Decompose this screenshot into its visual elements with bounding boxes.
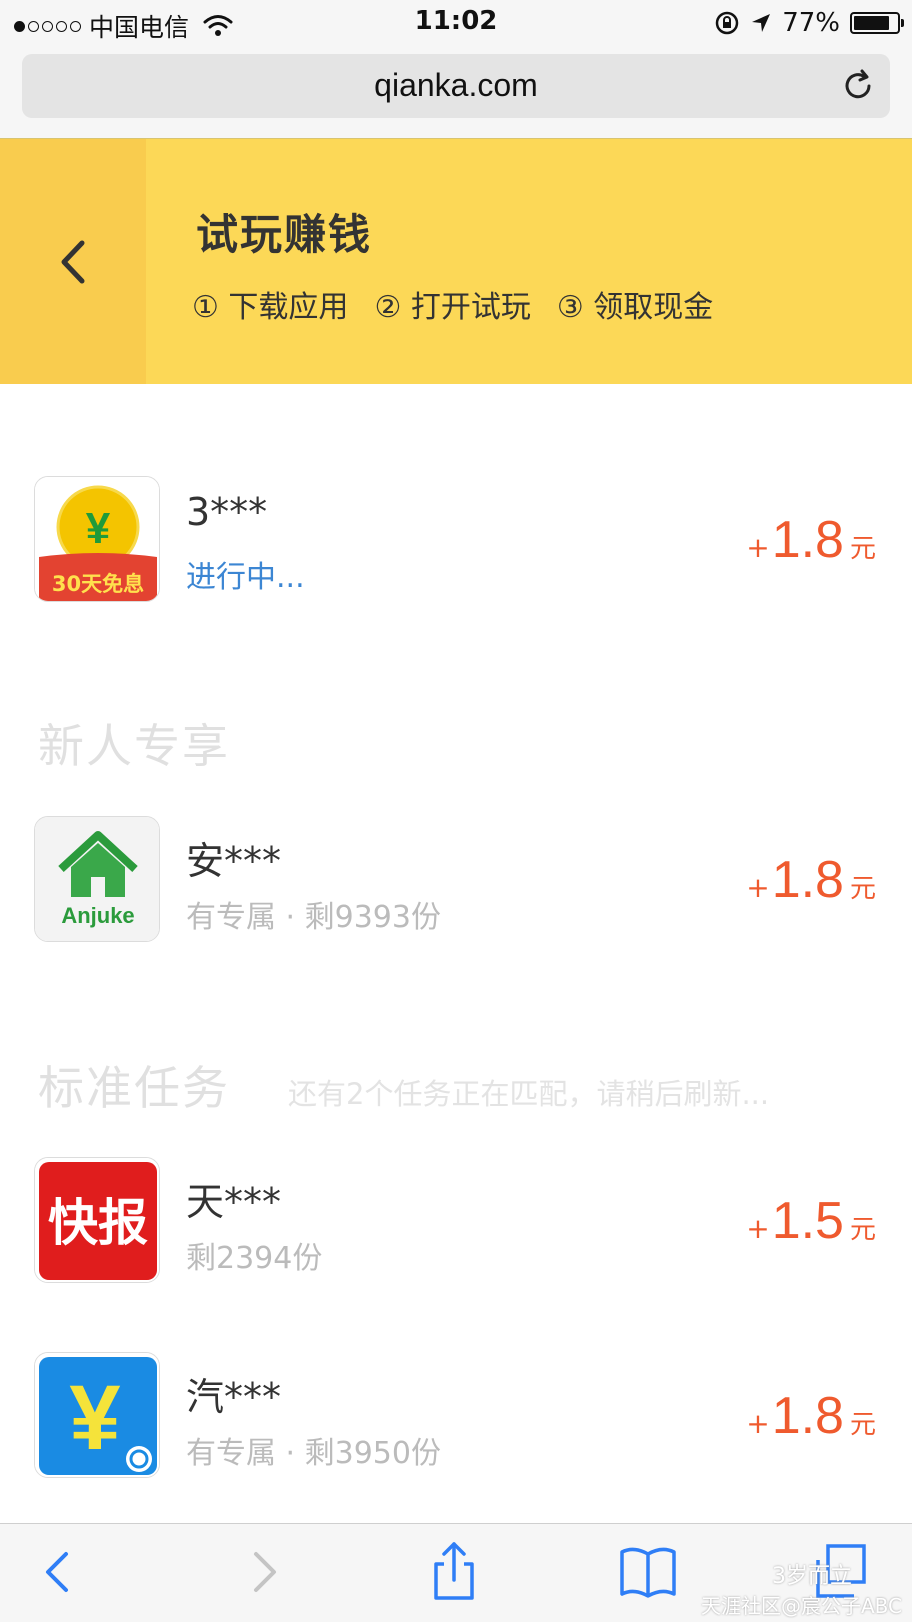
reward-plus: + — [746, 1212, 770, 1245]
yuan-symbol: ¥ — [69, 1367, 120, 1469]
battery-percent: 77% — [782, 8, 840, 38]
page-header: 试玩赚钱 ① 下载应用 ② 打开试玩 ③ 领取现金 — [0, 139, 912, 384]
watermark-source: 天涯社区@宸公子ABC — [700, 1594, 902, 1618]
app-name: 天*** — [186, 1180, 282, 1224]
task-status: 进行中... — [186, 560, 305, 595]
reward-amount: + 1.8 元 — [746, 850, 876, 910]
task-row-current[interactable]: ¥ 30天免息 3*** 进行中... + 1.8 元 — [0, 476, 912, 602]
matching-note: 还有2个任务正在匹配，请稍后刷新... — [288, 1077, 770, 1111]
browser-address-area: qianka.com — [0, 46, 912, 139]
step-claim-cash: ③ 领取现金 — [556, 290, 714, 325]
app-remaining: 有专属 · 剩3950份 — [186, 1436, 441, 1471]
app-name: 安*** — [186, 839, 282, 883]
section-title-standard: 标准任务 — [38, 1061, 230, 1115]
reward-amount: + 1.8 元 — [746, 510, 876, 570]
chevron-left-icon — [61, 240, 85, 284]
yuan-symbol: ¥ — [86, 504, 111, 553]
app-remaining: 有专属 · 剩9393份 — [186, 900, 441, 935]
battery-icon — [850, 12, 904, 34]
app-name: 汽*** — [186, 1375, 282, 1419]
share-icon[interactable] — [424, 1542, 484, 1602]
task-row-anjuke[interactable]: Anjuke 安*** 有专属 · 剩9393份 + 1.8 元 — [0, 816, 912, 942]
reward-value: 1.8 — [771, 511, 844, 569]
status-bar: 中国电信 11:02 77% — [0, 0, 912, 46]
app-name: 3*** — [186, 490, 268, 534]
reward-value: 1.8 — [771, 1387, 844, 1445]
app-icon-loan: ¥ 30天免息 — [34, 476, 160, 602]
reward-value: 1.5 — [771, 1192, 844, 1250]
reload-icon[interactable] — [840, 68, 876, 104]
kuaibao-logo-text: 快报 — [48, 1194, 148, 1252]
app-icon-car: ¥ — [34, 1352, 160, 1478]
task-row-car[interactable]: ¥ 汽*** 有专属 · 剩3950份 + 1.8 元 — [0, 1352, 912, 1478]
status-right: 77% — [714, 8, 904, 38]
step-open-trial: ② 打开试玩 — [374, 290, 531, 325]
forward-arrow-icon[interactable] — [232, 1542, 292, 1602]
bookmarks-icon[interactable] — [618, 1542, 678, 1602]
app-icon-anjuke: Anjuke — [34, 816, 160, 942]
back-button[interactable] — [0, 139, 146, 384]
icon-label-text: 30天免息 — [52, 572, 144, 596]
watermark-account: 3岁而立 — [772, 1564, 852, 1589]
reward-value: 1.8 — [771, 851, 844, 909]
reward-plus: + — [746, 871, 770, 904]
reward-plus: + — [746, 531, 770, 564]
app-icon-kuaibao: 快报 — [34, 1157, 160, 1283]
rotation-lock-icon — [715, 11, 739, 35]
reward-unit: 元 — [849, 1410, 876, 1440]
steps-list: ① 下载应用 ② 打开试玩 ③ 领取现金 — [192, 282, 713, 326]
reward-unit: 元 — [849, 534, 876, 564]
anjuke-logo-text: Anjuke — [61, 903, 134, 928]
reward-unit: 元 — [849, 874, 876, 904]
address-bar[interactable]: qianka.com — [22, 54, 890, 118]
task-row-kuaibao[interactable]: 快报 天*** 剩2394份 + 1.5 元 — [0, 1157, 912, 1283]
page-title: 试玩赚钱 — [196, 210, 373, 259]
location-arrow-icon — [752, 14, 771, 32]
app-remaining: 剩2394份 — [186, 1241, 323, 1276]
section-title-new-user: 新人专享 — [38, 719, 230, 773]
reward-unit: 元 — [849, 1215, 876, 1245]
reward-amount: + 1.8 元 — [746, 1386, 876, 1446]
reward-plus: + — [746, 1407, 770, 1440]
url-text: qianka.com — [374, 67, 538, 103]
reward-amount: + 1.5 元 — [746, 1191, 876, 1251]
step-download: ① 下载应用 — [192, 290, 349, 325]
back-arrow-icon[interactable] — [30, 1542, 90, 1602]
